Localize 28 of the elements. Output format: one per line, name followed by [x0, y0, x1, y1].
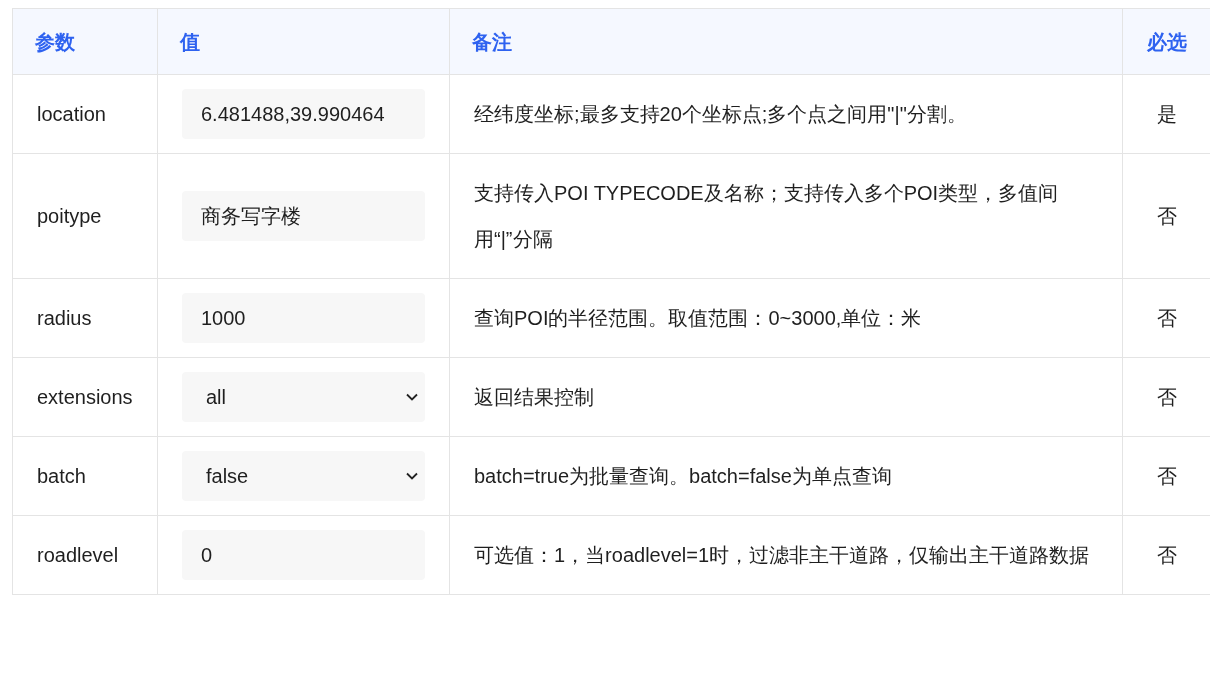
note-text: 支持传入POI TYPECODE及名称；支持传入多个POI类型，多值间用“|”分隔: [474, 181, 1060, 252]
note-text: 查询POI的半径范围。取值范围：0~3000,单位：米: [474, 306, 922, 331]
param-name: radius: [37, 306, 92, 331]
required-value: 否: [1157, 543, 1177, 568]
column-header: 参数: [35, 29, 75, 55]
param-name: extensions: [37, 385, 133, 410]
required-value: 否: [1157, 306, 1177, 331]
required-value: 是: [1157, 102, 1177, 127]
input-field[interactable]: 6.481488,39.990464: [182, 89, 425, 139]
note-text: batch=true为批量查询。batch=false为单点查询: [474, 464, 892, 489]
param-name: roadlevel: [37, 543, 119, 568]
column-header: 值: [180, 29, 200, 55]
select-dropdown[interactable]: all: [182, 372, 425, 422]
note-text: 经纬度坐标;最多支持20个坐标点;多个点之间用"|"分割。: [474, 102, 967, 127]
required-value: 否: [1157, 464, 1177, 489]
param-name: poitype: [37, 204, 102, 229]
param-name: location: [37, 102, 106, 127]
required-value: 否: [1157, 204, 1177, 229]
input-field[interactable]: 0: [182, 530, 425, 580]
note-text: 返回结果控制: [474, 385, 594, 410]
param-name: batch: [37, 464, 86, 489]
column-header: 必选: [1147, 29, 1187, 55]
input-field[interactable]: 1000: [182, 293, 425, 343]
column-header: 备注: [472, 29, 512, 55]
select-dropdown[interactable]: false: [182, 451, 425, 501]
required-value: 否: [1157, 385, 1177, 410]
input-field[interactable]: 商务写字楼: [182, 191, 425, 241]
note-text: 可选值：1，当roadlevel=1时，过滤非主干道路，仅输出主干道路数据: [474, 543, 1090, 568]
